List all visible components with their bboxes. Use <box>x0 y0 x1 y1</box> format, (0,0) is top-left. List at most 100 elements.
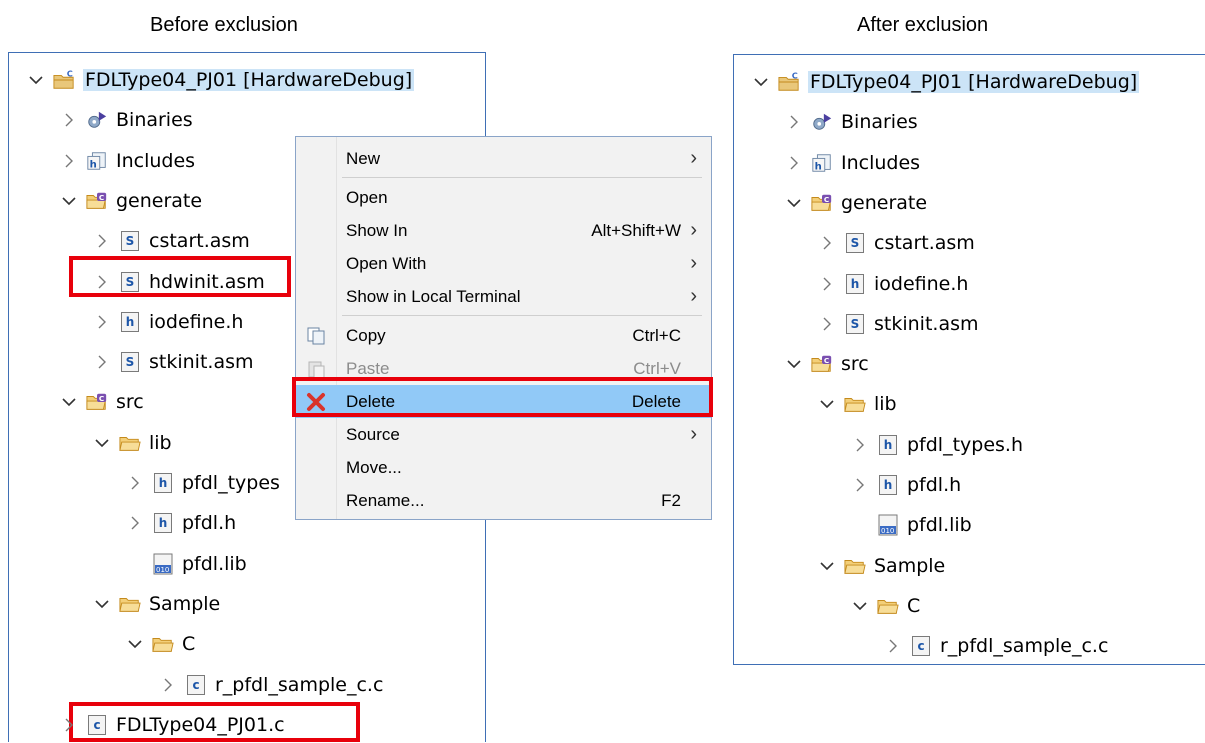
chevron-right-icon[interactable] <box>851 476 869 494</box>
chevron-down-icon[interactable] <box>818 557 836 575</box>
tree-item[interactable]: Binaries <box>60 102 193 138</box>
chevron-down-icon[interactable] <box>126 635 144 653</box>
menu-item-open-with[interactable]: Open With › <box>296 247 711 280</box>
folder-icon <box>119 593 141 615</box>
delete-icon <box>305 391 327 413</box>
chevron-right-icon[interactable] <box>851 436 869 454</box>
chevron-right-icon[interactable] <box>159 676 177 694</box>
submenu-arrow-icon: › <box>690 219 697 241</box>
source-folder-icon: C <box>811 353 833 375</box>
includes-icon: h <box>811 152 833 174</box>
folder-icon <box>844 555 866 577</box>
menu-item-paste[interactable]: Paste Ctrl+V <box>296 352 711 385</box>
header-file-icon: h <box>877 434 899 456</box>
tree-item-label: Includes <box>841 151 921 174</box>
tree-item[interactable]: 010 pfdl.lib <box>851 507 972 543</box>
tree-item[interactable]: C <box>126 626 195 662</box>
tree-item-label: r_pfdl_sample_c.c <box>215 673 384 696</box>
submenu-arrow-icon: › <box>690 147 697 169</box>
chevron-down-icon[interactable] <box>752 73 770 91</box>
chevron-right-icon[interactable] <box>818 234 836 252</box>
chevron-right-icon[interactable] <box>60 152 78 170</box>
menu-item-source[interactable]: Source › <box>296 418 711 451</box>
chevron-down-icon[interactable] <box>60 393 78 411</box>
chevron-right-icon[interactable] <box>884 637 902 655</box>
tree-item[interactable]: lib <box>818 386 897 422</box>
chevron-right-icon[interactable] <box>60 111 78 129</box>
chevron-down-icon[interactable] <box>27 71 45 89</box>
menu-item-rename[interactable]: Rename... F2 <box>296 484 711 517</box>
menu-item-label: Open <box>346 187 388 207</box>
svg-text:h: h <box>90 159 97 170</box>
tree-item[interactable]: h Includes <box>785 145 920 181</box>
tree-item[interactable]: h iodefine.h <box>818 266 968 302</box>
chevron-right-icon[interactable] <box>60 716 78 734</box>
chevron-right-icon[interactable] <box>93 313 111 331</box>
tree-item[interactable]: c FDLType04_PJ01.c <box>60 707 285 743</box>
tree-item[interactable]: Csrc <box>60 384 144 420</box>
folder-icon <box>877 595 899 617</box>
tree-item[interactable]: Shdwinit.asm <box>93 264 265 300</box>
menu-item-accelerator: F2 <box>661 490 681 510</box>
tree-item-label: Includes <box>116 149 196 172</box>
tree-item[interactable]: h iodefine.h <box>93 304 243 340</box>
tree-item[interactable]: lib <box>93 425 172 461</box>
chevron-down-icon[interactable] <box>851 597 869 615</box>
chevron-down-icon[interactable] <box>785 194 803 212</box>
chevron-right-icon[interactable] <box>818 315 836 333</box>
tree-item-label: cstart.asm <box>874 232 975 255</box>
tree-item[interactable]: C <box>851 588 920 624</box>
chevron-right-icon[interactable] <box>93 273 111 291</box>
chevron-right-icon[interactable] <box>785 154 803 172</box>
tree-item[interactable]: Sstkinit.asm <box>818 306 979 342</box>
tree-item[interactable]: c r_pfdl_sample_c.c <box>884 628 1108 664</box>
chevron-down-icon[interactable] <box>785 355 803 373</box>
tree-item[interactable]: Sstkinit.asm <box>93 344 254 380</box>
menu-item-show-in[interactable]: Show In Alt+Shift+W › <box>296 214 711 247</box>
menu-item-label: Source <box>346 424 400 444</box>
tree-item[interactable]: h pfdl.h <box>851 467 961 503</box>
tree-item[interactable]: Scstart.asm <box>818 225 975 261</box>
tree-item[interactable]: c r_pfdl_sample_c.c <box>159 667 383 703</box>
chevron-right-icon[interactable] <box>126 514 144 532</box>
tree-item[interactable]: 010 pfdl.lib <box>126 546 247 582</box>
chevron-right-icon[interactable] <box>93 232 111 250</box>
tree-item[interactable]: Sample <box>818 548 945 584</box>
menu-item-delete[interactable]: Delete Delete <box>296 385 711 418</box>
chevron-right-icon[interactable] <box>93 353 111 371</box>
tree-item[interactable]: Binaries <box>785 104 918 140</box>
menu-item-new[interactable]: New › <box>296 142 711 175</box>
menu-item-label: Delete <box>346 391 396 411</box>
tree-item[interactable]: Csrc <box>785 346 869 382</box>
binaries-icon <box>86 109 108 131</box>
tree-item[interactable]: Cgenerate <box>785 185 927 221</box>
tree-item[interactable]: h pfdl_types <box>126 465 280 501</box>
menu-item-copy[interactable]: Copy Ctrl+C <box>296 319 711 352</box>
tree-item[interactable]: h Includes <box>60 143 195 179</box>
svg-text:C: C <box>67 69 73 78</box>
menu-item-label: Paste <box>346 358 390 378</box>
c-file-icon: c <box>185 674 207 696</box>
svg-text:010: 010 <box>156 566 169 574</box>
tree-item[interactable]: h pfdl.h <box>126 505 236 541</box>
chevron-right-icon[interactable] <box>818 275 836 293</box>
menu-item-show-in-local-terminal[interactable]: Show in Local Terminal › <box>296 280 711 313</box>
tree-item[interactable]: Cgenerate <box>60 183 202 219</box>
menu-item-open[interactable]: Open <box>296 181 711 214</box>
tree-item[interactable]: h pfdl_types.h <box>851 427 1023 463</box>
tree-item[interactable]: C FDLType04_PJ01 [HardwareDebug] <box>752 64 1140 100</box>
chevron-down-icon[interactable] <box>60 192 78 210</box>
chevron-down-icon[interactable] <box>818 395 836 413</box>
svg-text:C: C <box>792 71 798 80</box>
chevron-right-icon[interactable] <box>785 113 803 131</box>
chevron-down-icon[interactable] <box>93 434 111 452</box>
menu-item-move[interactable]: Move... <box>296 451 711 484</box>
menu-item-label: Rename... <box>346 490 425 510</box>
chevron-down-icon[interactable] <box>93 595 111 613</box>
menu-item-label: Show in Local Terminal <box>346 286 521 306</box>
tree-item[interactable]: Sample <box>93 586 220 622</box>
tree-item[interactable]: Scstart.asm <box>93 223 250 259</box>
tree-item-label: cstart.asm <box>149 230 250 253</box>
tree-item[interactable]: C FDLType04_PJ01 [HardwareDebug] <box>27 62 415 98</box>
chevron-right-icon[interactable] <box>126 474 144 492</box>
